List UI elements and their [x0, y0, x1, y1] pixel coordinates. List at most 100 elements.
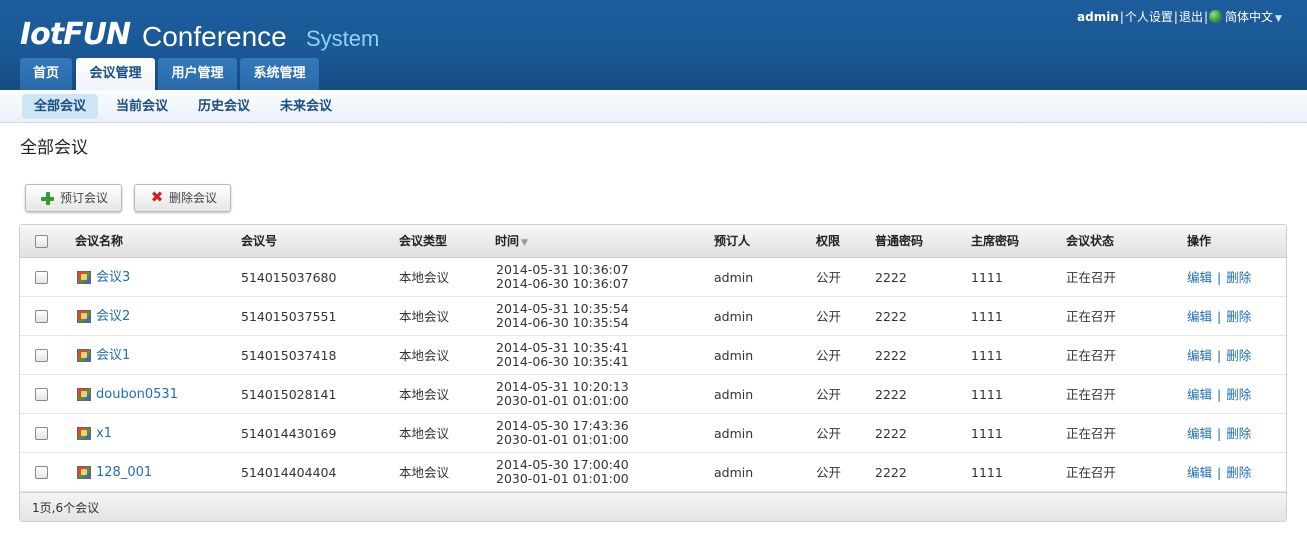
conference-name-link[interactable]: x1: [96, 414, 112, 453]
book-conference-label: 预订会议: [60, 191, 109, 205]
conference-status: 正在召开: [1066, 465, 1117, 480]
edit-link[interactable]: 编辑: [1187, 465, 1212, 480]
book-conference-button[interactable]: 预订会议: [25, 184, 122, 212]
language-select[interactable]: 简体中文: [1225, 10, 1273, 24]
subtab-future-conferences[interactable]: 未来会议: [268, 94, 344, 119]
current-user: admin: [1077, 10, 1119, 24]
brand-logo: IotFUN: [20, 17, 131, 52]
table-row: doubon0531 514015028141 本地会议 2014-05-31 …: [20, 375, 1286, 414]
row-actions: 编辑 | 删除: [1187, 336, 1251, 375]
conference-status: 正在召开: [1066, 309, 1117, 324]
row-checkbox[interactable]: [35, 466, 48, 479]
delete-link[interactable]: 删除: [1226, 348, 1251, 363]
select-all-checkbox[interactable]: [35, 235, 48, 248]
separator: |: [1203, 10, 1209, 24]
col-header-permission[interactable]: 权限: [816, 225, 840, 258]
row-actions: 编辑 | 删除: [1187, 258, 1251, 297]
delete-link[interactable]: 删除: [1226, 387, 1251, 402]
table-row: x1 514014430169 本地会议 2014-05-30 17:43:36…: [20, 414, 1286, 453]
col-header-chair-password[interactable]: 主席密码: [971, 225, 1019, 258]
row-checkbox[interactable]: [35, 310, 48, 323]
sub-nav: 全部会议 当前会议 历史会议 未来会议: [0, 90, 1307, 123]
col-header-booker[interactable]: 预订人: [714, 225, 750, 258]
delete-link[interactable]: 删除: [1226, 270, 1251, 285]
conference-type: 本地会议: [399, 387, 450, 402]
conference-chair-password: 1111: [971, 270, 1003, 285]
delete-conference-button[interactable]: ✖ 删除会议: [134, 184, 231, 212]
conference-permission: 公开: [816, 426, 842, 441]
close-icon: ✖: [150, 188, 164, 206]
conference-normal-password: 2222: [875, 348, 907, 363]
tab-system-management[interactable]: 系统管理: [240, 58, 319, 90]
page-title: 全部会议: [20, 138, 88, 158]
row-checkbox[interactable]: [35, 271, 48, 284]
edit-link[interactable]: 编辑: [1187, 348, 1212, 363]
conference-number: 514015037418: [241, 348, 337, 363]
col-header-normal-password[interactable]: 普通密码: [875, 225, 923, 258]
conference-start-time: 2014-05-31 10:35:54: [496, 301, 629, 316]
conference-chair-password: 1111: [971, 426, 1003, 441]
separator: |: [1217, 309, 1222, 324]
conference-name-link[interactable]: 会议2: [96, 297, 130, 336]
app-title-conference: Conference: [142, 21, 287, 52]
conference-number: 514015037680: [241, 270, 337, 285]
conference-icon: [77, 349, 91, 362]
logout-link[interactable]: 退出: [1179, 10, 1203, 24]
conference-booker: admin: [714, 270, 754, 285]
app-header: IotFUN Conference System admin|个人设置|退出| 简…: [0, 0, 1307, 90]
col-header-name[interactable]: 会议名称: [75, 225, 123, 258]
edit-link[interactable]: 编辑: [1187, 309, 1212, 324]
row-actions: 编辑 | 删除: [1187, 453, 1251, 492]
delete-conference-label: 删除会议: [169, 191, 218, 205]
conference-name-link[interactable]: 会议3: [96, 258, 130, 297]
table-row: 会议2 514015037551 本地会议 2014-05-31 10:35:5…: [20, 297, 1286, 336]
user-links: admin|个人设置|退出| 简体中文 ▼: [1077, 8, 1307, 26]
row-checkbox[interactable]: [35, 427, 48, 440]
delete-link[interactable]: 删除: [1226, 465, 1251, 480]
conference-end-time: 2030-01-01 01:01:00: [496, 393, 629, 408]
conference-end-time: 2014-06-30 10:36:07: [496, 276, 629, 291]
conference-name-link[interactable]: 会议1: [96, 336, 130, 375]
conference-name-link[interactable]: doubon0531: [96, 375, 178, 414]
conference-chair-password: 1111: [971, 348, 1003, 363]
conference-time: 2014-05-30 17:43:36 2030-01-01 01:01:00: [496, 419, 629, 449]
row-checkbox[interactable]: [35, 349, 48, 362]
col-header-status[interactable]: 会议状态: [1066, 225, 1114, 258]
table-header: 会议名称 会议号 会议类型 时间 ▼ 预订人 权限 普通密码 主席密码 会议状态 …: [20, 225, 1286, 258]
delete-link[interactable]: 删除: [1226, 426, 1251, 441]
tab-user-management[interactable]: 用户管理: [158, 58, 237, 90]
conference-normal-password: 2222: [875, 426, 907, 441]
row-checkbox[interactable]: [35, 388, 48, 401]
col-header-number[interactable]: 会议号: [241, 225, 277, 258]
chevron-down-icon[interactable]: ▼: [1275, 10, 1282, 28]
tab-conference-management[interactable]: 会议管理: [76, 58, 155, 90]
tab-home[interactable]: 首页: [20, 58, 72, 90]
conference-chair-password: 1111: [971, 309, 1003, 324]
edit-link[interactable]: 编辑: [1187, 270, 1212, 285]
conference-number: 514014430169: [241, 426, 337, 441]
personal-settings-link[interactable]: 个人设置: [1125, 10, 1173, 24]
table-row: 会议1 514015037418 本地会议 2014-05-31 10:35:4…: [20, 336, 1286, 375]
edit-link[interactable]: 编辑: [1187, 387, 1212, 402]
delete-link[interactable]: 删除: [1226, 309, 1251, 324]
conference-number: 514014404404: [241, 465, 337, 480]
table-footer: 1页,6个会议: [20, 492, 1286, 521]
col-header-time[interactable]: 时间 ▼: [495, 225, 528, 258]
conference-time: 2014-05-30 17:00:40 2030-01-01 01:01:00: [496, 458, 629, 488]
sort-desc-icon: ▼: [521, 238, 528, 248]
conference-type: 本地会议: [399, 309, 450, 324]
subtab-all-conferences[interactable]: 全部会议: [22, 94, 99, 119]
subtab-history-conferences[interactable]: 历史会议: [186, 94, 262, 119]
conference-end-time: 2014-06-30 10:35:41: [496, 354, 629, 369]
conference-start-time: 2014-05-30 17:43:36: [496, 418, 629, 433]
edit-link[interactable]: 编辑: [1187, 426, 1212, 441]
conference-time: 2014-05-31 10:36:07 2014-06-30 10:36:07: [496, 263, 629, 293]
conference-time: 2014-05-31 10:35:41 2014-06-30 10:35:41: [496, 341, 629, 371]
conference-booker: admin: [714, 465, 754, 480]
subtab-current-conferences[interactable]: 当前会议: [104, 94, 180, 119]
conference-permission: 公开: [816, 309, 842, 324]
conference-name-link[interactable]: 128_001: [96, 453, 152, 492]
col-header-type[interactable]: 会议类型: [399, 225, 447, 258]
conference-start-time: 2014-05-31 10:36:07: [496, 262, 629, 277]
separator: |: [1217, 465, 1222, 480]
